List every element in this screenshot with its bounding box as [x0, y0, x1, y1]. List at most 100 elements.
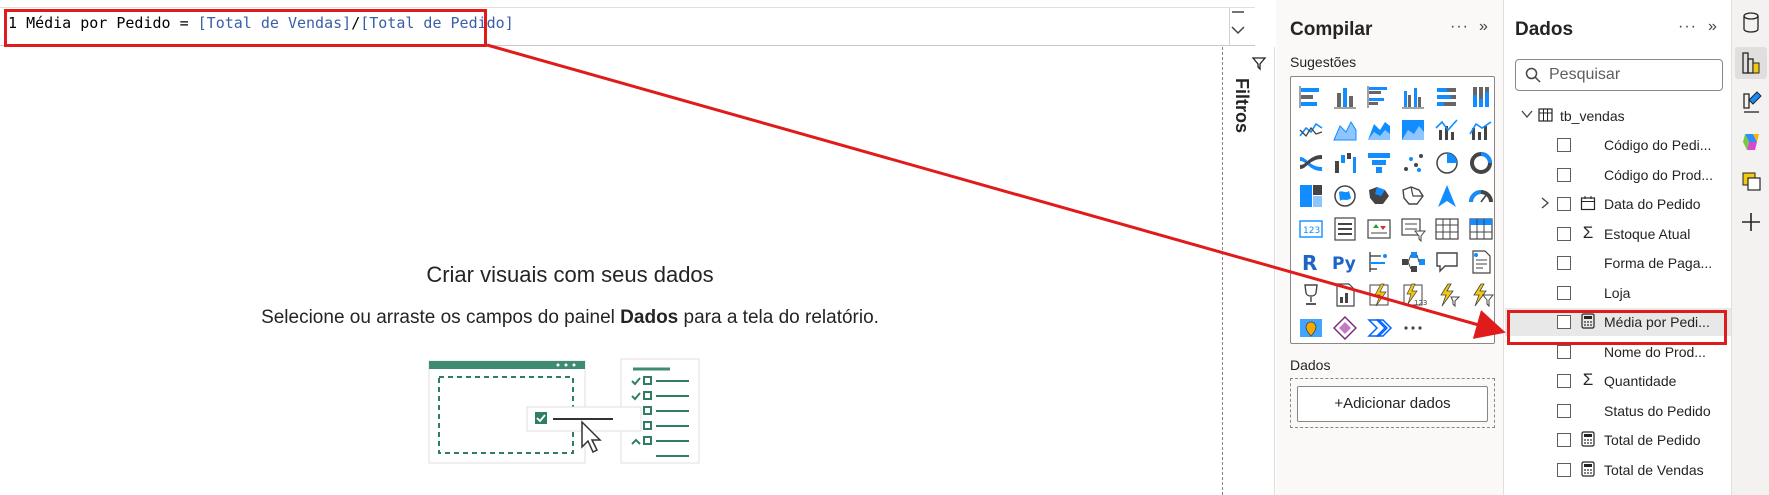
waterfall-chart-icon[interactable]	[1331, 149, 1359, 177]
field-label: Quantidade	[1604, 373, 1677, 389]
clustered-bar-chart-icon[interactable]	[1365, 83, 1393, 111]
power-apps-card-icon[interactable]: 123	[1399, 281, 1427, 309]
field-item[interactable]: Total de Vendas	[1505, 456, 1731, 484]
azure-map-icon[interactable]	[1433, 182, 1461, 210]
key-influencers-icon[interactable]	[1365, 248, 1393, 276]
chevron-down-icon[interactable]	[1521, 109, 1533, 119]
canvas-edge	[1222, 47, 1223, 495]
azure-maps-visual-icon[interactable]	[1297, 314, 1325, 342]
field-checkbox[interactable]	[1557, 167, 1571, 182]
pie-chart-icon[interactable]	[1433, 149, 1461, 177]
data-pane-toggle-icon[interactable]	[1735, 7, 1767, 39]
field-checkbox[interactable]	[1557, 138, 1571, 152]
ribbon-chart-icon[interactable]	[1297, 149, 1325, 177]
field-item[interactable]: Status do Pedido	[1505, 397, 1731, 425]
stacked-area-chart-icon[interactable]	[1365, 116, 1393, 144]
search-icon	[1525, 67, 1541, 83]
smart-narrative-icon[interactable]	[1467, 248, 1495, 276]
power-automate-flow-icon[interactable]	[1433, 281, 1461, 309]
field-checkbox[interactable]	[1557, 403, 1571, 418]
filled-map-icon[interactable]	[1365, 182, 1393, 210]
matrix-icon[interactable]	[1467, 215, 1495, 243]
field-checkbox[interactable]	[1557, 226, 1571, 241]
field-checkbox[interactable]	[1557, 344, 1571, 359]
field-checkbox[interactable]	[1557, 462, 1571, 477]
stacked-bar-chart-icon[interactable]	[1297, 83, 1325, 111]
power-apps-slicer-icon[interactable]	[1467, 281, 1495, 309]
decomposition-tree-icon[interactable]	[1399, 248, 1427, 276]
more-visuals-icon[interactable]	[1399, 314, 1427, 342]
filter-icon[interactable]	[1251, 55, 1267, 76]
table-icon[interactable]	[1433, 215, 1461, 243]
donut-chart-icon[interactable]	[1467, 149, 1495, 177]
field-item[interactable]: Total de Pedido	[1505, 426, 1731, 454]
field-highlight-box	[1507, 310, 1727, 345]
build-pane: Compilar ··· » Sugestões 123 R Py 123 Da…	[1276, 0, 1504, 495]
field-item[interactable]: Σ Estoque Atual	[1505, 220, 1731, 248]
calculator-icon	[1580, 431, 1596, 447]
100-stacked-bar-chart-icon[interactable]	[1433, 83, 1461, 111]
build-visual-icon[interactable]	[1735, 47, 1767, 79]
multi-row-card-icon[interactable]	[1331, 215, 1359, 243]
card-icon[interactable]: 123	[1297, 215, 1325, 243]
funnel-chart-icon[interactable]	[1365, 149, 1393, 177]
field-item[interactable]: Forma de Paga...	[1505, 249, 1731, 277]
collapse-pane-icon[interactable]: »	[1479, 18, 1489, 36]
empty-state-illustration	[428, 358, 700, 464]
svg-text:R: R	[1302, 251, 1317, 275]
power-automate-button-icon[interactable]	[1365, 314, 1393, 342]
gauge-icon[interactable]	[1467, 182, 1495, 210]
collapse-formula-icon[interactable]	[1231, 4, 1245, 22]
power-automate-icon[interactable]	[1365, 281, 1393, 309]
field-checkbox[interactable]	[1557, 433, 1571, 447]
power-apps-icon[interactable]	[1331, 314, 1359, 342]
line-and-stacked-column-chart-icon[interactable]	[1433, 116, 1461, 144]
filters-label[interactable]: Filtros	[1231, 78, 1252, 133]
map-icon[interactable]	[1331, 182, 1359, 210]
line-chart-icon[interactable]	[1297, 116, 1325, 144]
add-pane-icon[interactable]	[1735, 206, 1767, 238]
field-checkbox[interactable]	[1557, 374, 1571, 388]
100-stacked-column-chart-icon[interactable]	[1467, 83, 1495, 111]
field-checkbox[interactable]	[1557, 256, 1571, 270]
pane-switcher-rail	[1731, 0, 1769, 495]
calculator-icon	[1580, 460, 1596, 477]
scatter-chart-icon[interactable]	[1399, 149, 1427, 177]
goals-icon[interactable]	[1297, 281, 1325, 309]
table-node-tb-vendas[interactable]: tb_vendas	[1517, 105, 1727, 129]
format-visual-icon[interactable]	[1735, 86, 1767, 118]
field-item[interactable]: Loja	[1505, 279, 1731, 307]
field-checkbox[interactable]	[1557, 285, 1571, 300]
kpi-icon[interactable]	[1365, 215, 1393, 243]
shape-map-icon[interactable]	[1399, 182, 1427, 210]
line-and-clustered-column-chart-icon[interactable]	[1467, 116, 1495, 144]
sigma-icon: Σ	[1582, 222, 1594, 242]
stacked-column-chart-icon[interactable]	[1331, 83, 1359, 111]
paginated-report-icon[interactable]	[1331, 281, 1359, 309]
add-data-button[interactable]: +Adicionar dados	[1297, 386, 1488, 422]
field-item[interactable]: Σ Quantidade	[1505, 367, 1731, 395]
search-input[interactable]	[1549, 64, 1719, 86]
search-box[interactable]	[1515, 59, 1723, 91]
chevron-right-icon[interactable]	[1540, 196, 1550, 213]
expand-formula-chevron-icon[interactable]	[1231, 22, 1245, 40]
field-checkbox[interactable]	[1557, 197, 1571, 211]
bookmarks-icon[interactable]	[1735, 166, 1767, 198]
data-more-options-icon[interactable]: ···	[1678, 18, 1697, 36]
python-visual-icon[interactable]: Py	[1331, 248, 1359, 276]
field-item[interactable]: Código do Pedi...	[1505, 131, 1731, 159]
field-item[interactable]: Código do Prod...	[1505, 161, 1731, 189]
more-options-icon[interactable]: ···	[1450, 18, 1469, 36]
clustered-column-chart-icon[interactable]	[1399, 83, 1427, 111]
area-chart-icon[interactable]	[1331, 116, 1359, 144]
data-collapse-pane-icon[interactable]: »	[1708, 18, 1718, 36]
slicer-icon[interactable]	[1399, 215, 1427, 243]
100-stacked-area-chart-icon[interactable]	[1399, 116, 1427, 144]
copilot-icon[interactable]	[1735, 126, 1767, 158]
svg-text:Py: Py	[1332, 254, 1356, 274]
table-icon	[1538, 108, 1553, 122]
qa-visual-icon[interactable]	[1433, 248, 1461, 276]
r-script-visual-icon[interactable]: R	[1297, 248, 1325, 276]
field-item[interactable]: Data do Pedido	[1505, 190, 1731, 218]
treemap-icon[interactable]	[1297, 182, 1325, 210]
